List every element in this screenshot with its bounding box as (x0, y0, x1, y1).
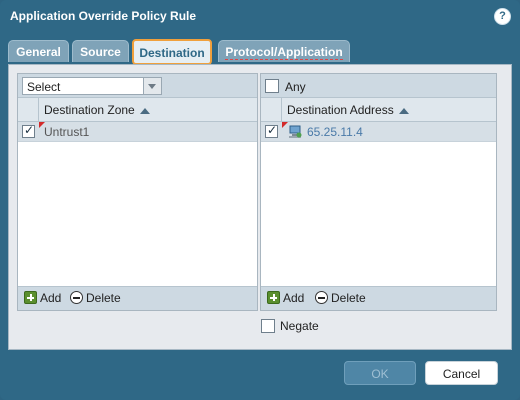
zone-name: Untrust1 (44, 125, 90, 139)
cancel-button[interactable]: Cancel (425, 361, 498, 385)
destination-address-box: Any Destination Address 65.25.11.4 (260, 73, 497, 311)
address-add-button[interactable]: Add (267, 291, 307, 307)
zone-add-button[interactable]: Add (24, 291, 64, 307)
table-row[interactable]: 65.25.11.4 (261, 122, 496, 142)
help-icon[interactable]: ? (494, 8, 511, 25)
destination-panel: Select Destination Zone Untrust1 Add (8, 64, 512, 350)
tab-general[interactable]: General (8, 40, 69, 62)
address-bottom-toolbar: Add Delete (261, 286, 496, 310)
delete-icon (70, 291, 83, 304)
chevron-down-icon[interactable] (143, 78, 161, 94)
address-column-header-text: Destination Address (287, 103, 394, 117)
any-checkbox[interactable] (265, 79, 279, 93)
address-row-checkbox[interactable] (265, 123, 278, 138)
sort-asc-icon (398, 107, 409, 114)
any-label: Any (285, 80, 306, 94)
address-check-column (261, 98, 282, 121)
address-add-label: Add (283, 291, 305, 305)
tab-source[interactable]: Source (72, 40, 129, 62)
zone-column-header-text: Destination Zone (44, 103, 135, 117)
destination-address-value[interactable]: 65.25.11.4 (307, 125, 363, 139)
zone-check-column (18, 98, 39, 121)
negate-checkbox[interactable] (261, 319, 275, 333)
tab-destination[interactable]: Destination (132, 39, 212, 65)
tab-protocol-application[interactable]: Protocol/Application (218, 40, 350, 62)
destination-zone-box: Select Destination Zone Untrust1 Add (17, 73, 258, 311)
zone-toolbar: Select (18, 74, 257, 98)
ok-button[interactable]: OK (344, 361, 416, 385)
delete-icon (315, 291, 328, 304)
zone-select-value: Select (27, 80, 61, 94)
policy-rule-dialog: Application Override Policy Rule ? Gener… (0, 0, 520, 400)
zone-delete-label: Delete (86, 291, 121, 305)
dialog-title: Application Override Policy Rule (10, 9, 197, 23)
zone-delete-button[interactable]: Delete (70, 291, 126, 307)
address-column-header-label: Destination Address (287, 103, 409, 117)
zone-bottom-toolbar: Add Delete (18, 286, 257, 310)
zone-column-header-label: Destination Zone (44, 103, 150, 117)
zone-add-label: Add (40, 291, 62, 305)
add-icon (24, 291, 37, 304)
zone-select[interactable]: Select (22, 77, 162, 95)
sort-asc-icon (139, 107, 150, 114)
table-row[interactable]: Untrust1 (18, 122, 257, 142)
zone-row-checkbox[interactable] (22, 123, 35, 138)
tab-protocol-application-label: Protocol/Application (225, 45, 343, 60)
address-delete-button[interactable]: Delete (315, 291, 371, 307)
negate-label: Negate (280, 319, 319, 333)
address-column-header[interactable]: Destination Address (261, 98, 496, 122)
address-delete-label: Delete (331, 291, 366, 305)
add-icon (267, 291, 280, 304)
zone-column-header[interactable]: Destination Zone (18, 98, 257, 122)
address-object-icon (289, 125, 302, 138)
address-toolbar: Any (261, 74, 496, 98)
